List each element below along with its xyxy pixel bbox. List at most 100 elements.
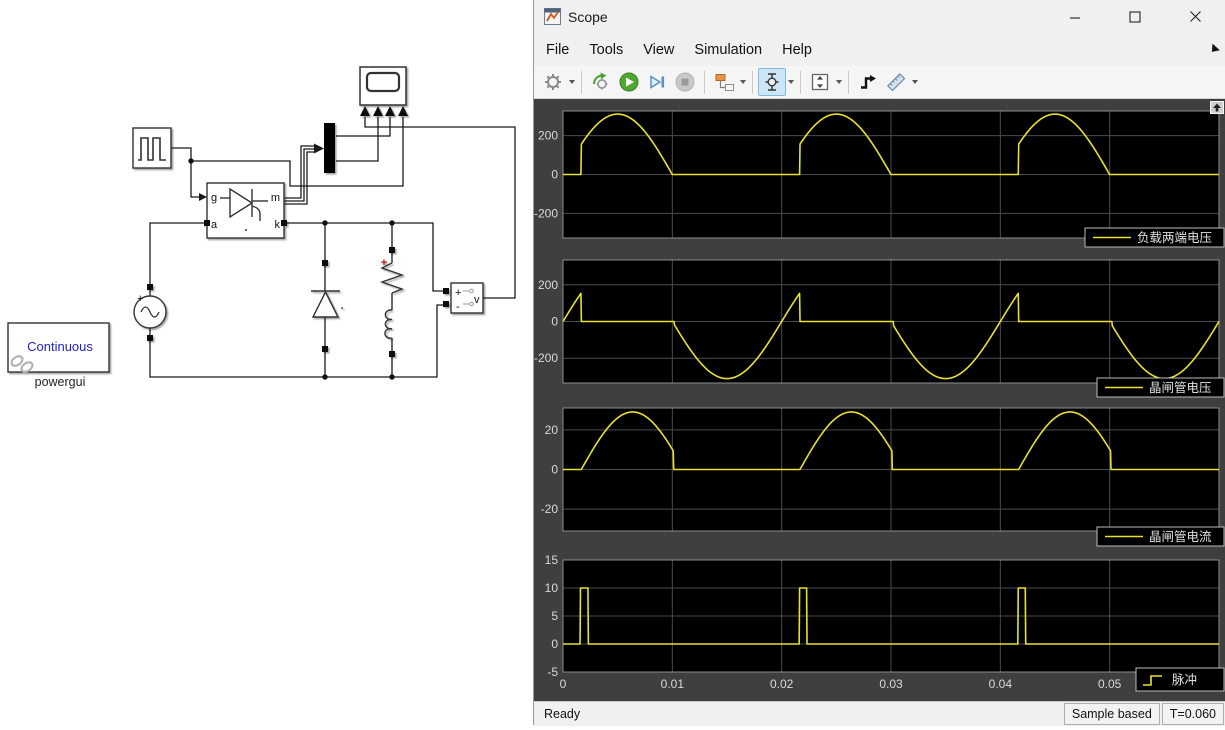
legend-label: 晶闸管电压 <box>1149 380 1212 395</box>
terminal-top <box>389 247 395 253</box>
wire-m-bus-1 <box>284 145 314 199</box>
signal-selector-button[interactable] <box>710 68 738 96</box>
menu-help[interactable]: Help <box>772 42 822 58</box>
simulink-model-canvas: g a m k + + + - v Continuous powergui <box>0 0 533 725</box>
port-label-m: m <box>271 192 280 204</box>
y-tick-label: -20 <box>541 502 559 516</box>
run-button[interactable] <box>615 68 643 96</box>
cursor-measurements-button[interactable] <box>758 68 786 96</box>
sim-time-indicator: T=0.060 <box>1161 703 1224 725</box>
highlight-simulink-block-button[interactable] <box>587 68 615 96</box>
maximize-axes-icon[interactable] <box>1210 101 1224 119</box>
stop-button[interactable] <box>671 68 699 96</box>
wire-pulse-to-gate <box>171 147 199 198</box>
vm-plus-label: + <box>455 287 461 299</box>
powergui-block[interactable]: Continuous <box>7 322 110 374</box>
scope-plot-2: 200 0 -200 晶闸管电压 <box>534 259 1225 398</box>
y-tick-label: 200 <box>538 129 558 143</box>
status-text: Ready <box>544 707 581 721</box>
y-tick-label: -200 <box>534 351 558 365</box>
cursor-icon <box>765 73 779 91</box>
measurements-button[interactable] <box>882 68 910 96</box>
span-axes-caret[interactable] <box>834 69 843 95</box>
terminal-top <box>322 260 328 266</box>
terminal-a <box>204 220 210 226</box>
maximize-button[interactable] <box>1105 0 1165 33</box>
y-tick-label: 0 <box>551 315 558 329</box>
scope-window: Scope File Tools View Simulation Help 20… <box>533 0 1225 726</box>
trigger-icon <box>861 75 876 89</box>
y-tick-label: 200 <box>538 278 558 292</box>
step-forward-button[interactable] <box>643 68 671 96</box>
scope-plot-4: 151050-50 0.01 0.02 0.03 0.04 0.05 脉冲 <box>545 553 1225 692</box>
y-tick-label: 0 <box>551 463 558 477</box>
y-tick-label: 0 <box>551 637 558 651</box>
terminal-k <box>281 220 287 226</box>
legend-label: 晶闸管电流 <box>1149 529 1212 544</box>
terminal-bottom <box>389 351 395 357</box>
legend: 晶闸管电流 <box>1096 526 1225 547</box>
terminal-bottom <box>322 346 328 352</box>
legend: 负载两端电压 <box>1084 227 1225 248</box>
port-label-g: g <box>211 192 217 204</box>
y-tick-label: -5 <box>547 665 558 679</box>
signal-selector-caret[interactable] <box>738 69 747 95</box>
voltage-measurement-block[interactable]: + - v <box>443 282 484 314</box>
source-polarity-plus: + <box>137 293 143 305</box>
x-tick-label: 0 <box>560 677 567 691</box>
scope-block[interactable] <box>359 66 408 116</box>
powergui-block-label: powergui <box>35 375 86 389</box>
status-bar: Ready Sample based T=0.060 <box>534 701 1225 726</box>
powergui-mode-text: Continuous <box>27 339 93 354</box>
play-icon <box>619 72 639 92</box>
menu-file[interactable]: File <box>534 42 579 58</box>
trigger-button[interactable] <box>854 68 882 96</box>
cursor-measurements-caret[interactable] <box>786 69 795 95</box>
minimize-button[interactable] <box>1045 0 1105 33</box>
title-bar[interactable]: Scope <box>534 0 1225 33</box>
measurements-caret[interactable] <box>910 69 919 95</box>
pulse-generator-block[interactable] <box>132 127 172 169</box>
y-tick-label: 10 <box>545 581 559 595</box>
thyristor-dot <box>245 229 247 231</box>
diode-block[interactable] <box>311 260 343 352</box>
scope-input-ports <box>360 106 408 116</box>
scope-screen-icon <box>365 71 401 93</box>
x-tick-label: 0.04 <box>989 677 1013 691</box>
gear-icon <box>545 74 561 90</box>
vm-output-label: v <box>474 294 480 306</box>
x-tick-label: 0.01 <box>661 677 685 691</box>
menu-bar: File Tools View Simulation Help <box>534 33 1225 66</box>
menu-view[interactable]: View <box>633 42 684 58</box>
y-tick-label: -200 <box>534 206 558 220</box>
x-tick-label: 0.03 <box>879 677 903 691</box>
configuration-properties-button[interactable] <box>539 68 567 96</box>
legend: 脉冲 <box>1135 667 1225 692</box>
scope-plot-1: 200 0 -200 负载两端电压 <box>534 110 1225 248</box>
wire-k-bus <box>285 222 446 292</box>
configuration-dropdown-caret[interactable] <box>567 69 576 95</box>
thyristor-block[interactable]: g a m k <box>204 182 287 239</box>
close-button[interactable] <box>1165 0 1225 33</box>
inductor-icon <box>384 309 393 339</box>
step-icon <box>650 75 665 89</box>
span-icon <box>811 73 829 91</box>
menu-overflow-arrow-icon[interactable] <box>1210 42 1222 60</box>
x-tick-label: 0.05 <box>1098 677 1122 691</box>
menu-tools[interactable]: Tools <box>579 42 633 58</box>
demux-block[interactable] <box>324 123 335 173</box>
terminal-plus <box>443 288 449 294</box>
menu-simulation[interactable]: Simulation <box>684 42 772 58</box>
y-tick-label: 5 <box>551 609 558 623</box>
stop-icon <box>675 72 695 92</box>
sample-mode-indicator: Sample based <box>1063 703 1160 725</box>
vm-minus-label: - <box>456 301 460 313</box>
wire-m-bus-3 <box>284 151 314 205</box>
scope-plot-3: 20 0 -20 晶闸管电流 <box>541 407 1225 547</box>
span-axes-button[interactable] <box>806 68 834 96</box>
legend-label: 脉冲 <box>1172 672 1197 687</box>
legend: 晶闸管电压 <box>1096 377 1225 398</box>
wire-demux-out2-to-scope2 <box>336 117 379 162</box>
y-tick-label: 0 <box>551 168 558 182</box>
gear-arrow-icon <box>592 72 608 90</box>
